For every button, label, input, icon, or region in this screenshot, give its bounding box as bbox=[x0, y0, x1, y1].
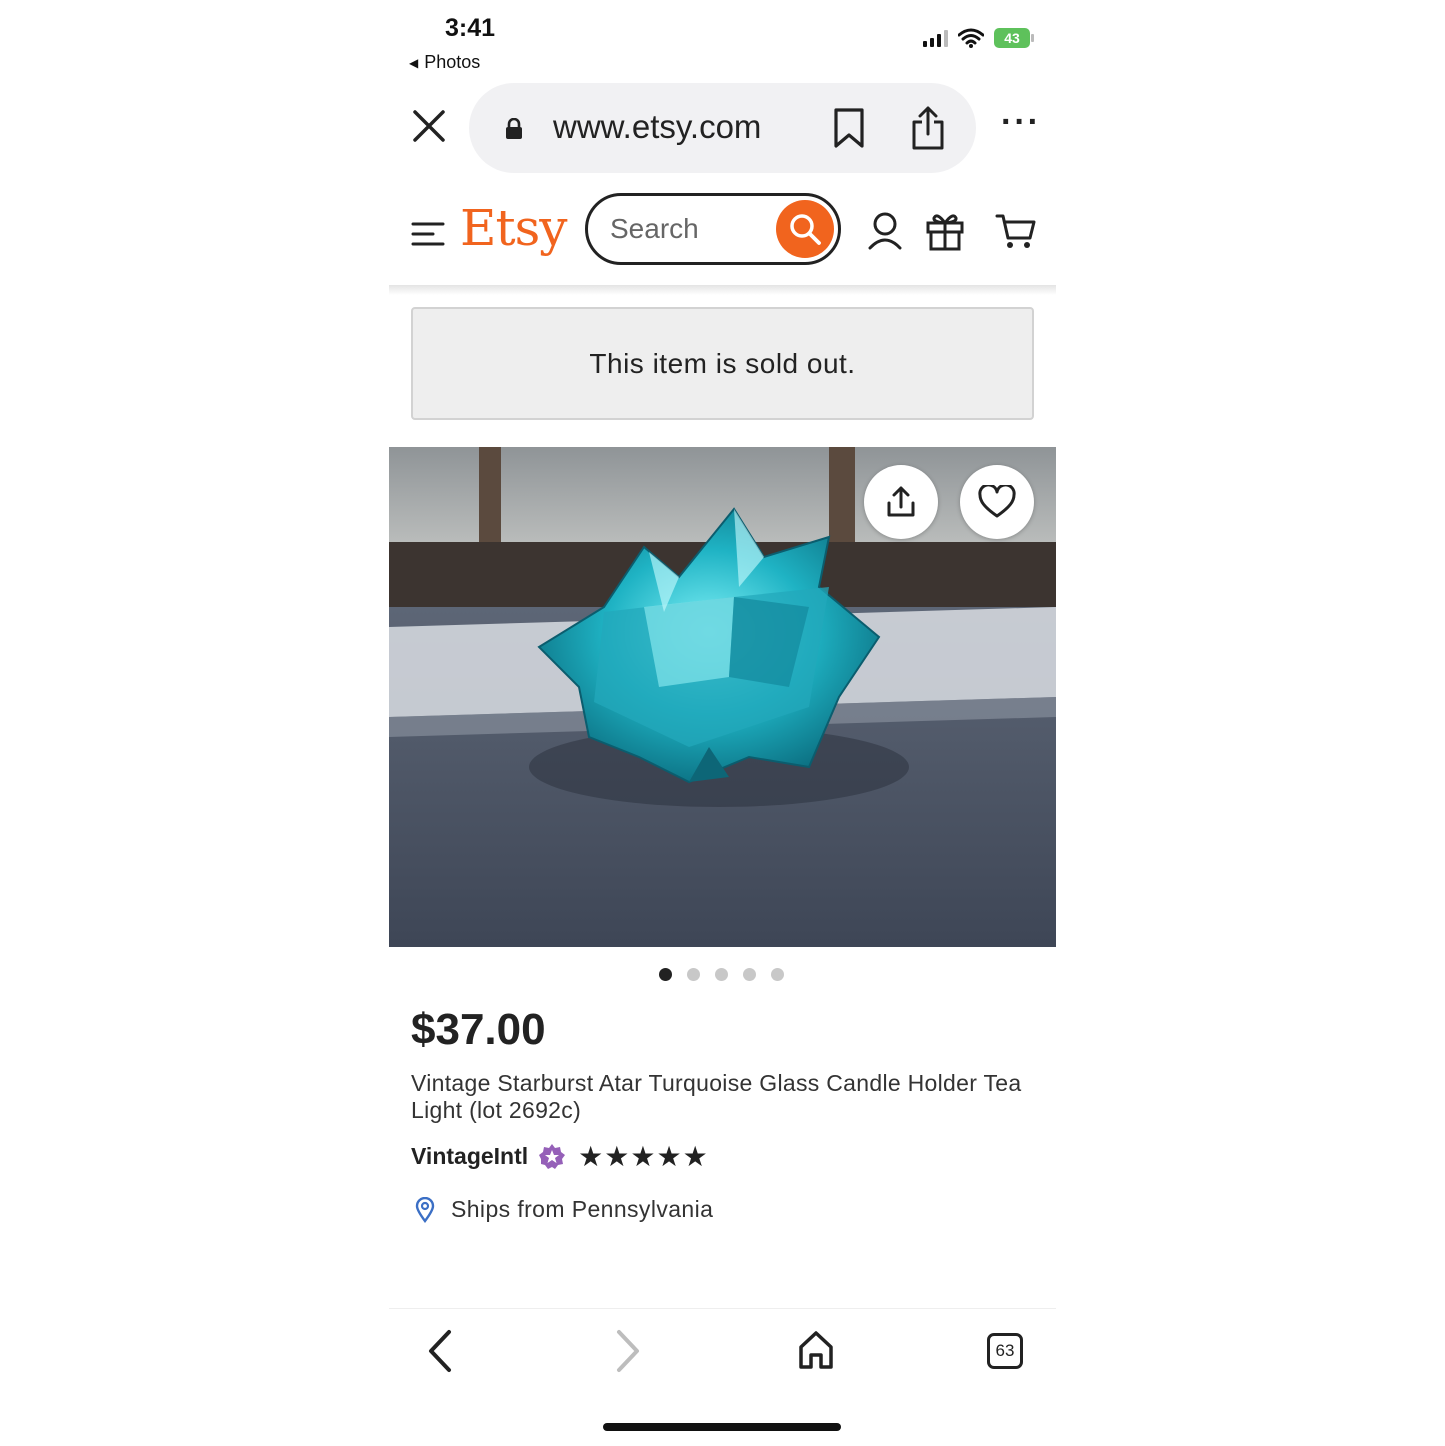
carousel-dot[interactable] bbox=[687, 968, 700, 981]
close-icon[interactable] bbox=[411, 108, 447, 144]
back-to-photos-link[interactable]: ◀ Photos bbox=[409, 52, 480, 73]
product-image[interactable] bbox=[389, 447, 1056, 947]
phone-screen: 3:41 ◀ Photos 43 www.etsy.com ··· Etsy S… bbox=[389, 0, 1056, 1445]
site-header: Etsy bbox=[389, 185, 1056, 285]
product-price: $37.00 bbox=[411, 1005, 546, 1054]
back-app-label: Photos bbox=[424, 52, 481, 72]
menu-icon[interactable] bbox=[411, 221, 445, 247]
star-seller-badge-icon bbox=[539, 1143, 566, 1169]
share-icon bbox=[887, 486, 915, 517]
search-button[interactable] bbox=[776, 200, 834, 258]
gift-icon[interactable] bbox=[925, 210, 965, 252]
account-icon[interactable] bbox=[867, 210, 903, 252]
ships-from-text: Ships from Pennsylvania bbox=[451, 1196, 714, 1222]
home-indicator[interactable] bbox=[603, 1423, 841, 1431]
more-icon[interactable]: ··· bbox=[1001, 105, 1041, 139]
header-divider bbox=[389, 285, 1056, 295]
carousel-dot[interactable] bbox=[715, 968, 728, 981]
back-triangle-icon: ◀ bbox=[409, 55, 419, 70]
lock-icon bbox=[506, 118, 522, 139]
carousel-dot[interactable] bbox=[743, 968, 756, 981]
status-icons: 43 bbox=[923, 28, 1034, 48]
share-image-button[interactable] bbox=[864, 465, 938, 539]
sold-out-banner: This item is sold out. bbox=[411, 307, 1034, 420]
forward-icon[interactable] bbox=[615, 1329, 641, 1373]
battery-icon: 43 bbox=[994, 28, 1034, 48]
etsy-logo[interactable]: Etsy bbox=[460, 199, 567, 257]
shop-name-link[interactable]: VintageIntl bbox=[411, 1143, 528, 1170]
wifi-icon bbox=[958, 28, 984, 48]
address-bar[interactable]: www.etsy.com bbox=[469, 83, 976, 173]
back-icon[interactable] bbox=[427, 1329, 453, 1373]
tabs-button[interactable]: 63 bbox=[987, 1333, 1023, 1369]
carousel-dots bbox=[659, 968, 784, 981]
favorite-button[interactable] bbox=[960, 465, 1034, 539]
location-pin-icon bbox=[415, 1196, 435, 1223]
share-icon[interactable] bbox=[910, 105, 946, 151]
home-icon[interactable] bbox=[797, 1329, 835, 1371]
bookmark-icon[interactable] bbox=[832, 107, 866, 149]
product-title: Vintage Starburst Atar Turquoise Glass C… bbox=[411, 1070, 1022, 1123]
url-text: www.etsy.com bbox=[553, 108, 762, 145]
carousel-dot[interactable] bbox=[659, 968, 672, 981]
cellular-signal-icon bbox=[923, 29, 948, 47]
browser-toolbar: 63 bbox=[389, 1308, 1056, 1446]
ships-from-row: Ships from Pennsylvania bbox=[415, 1196, 713, 1223]
shop-row: VintageIntl ★★★★★ bbox=[411, 1140, 709, 1173]
search-bar[interactable] bbox=[585, 193, 841, 265]
rating-stars[interactable]: ★★★★★ bbox=[578, 1140, 709, 1173]
heart-icon bbox=[978, 485, 1016, 518]
search-icon bbox=[790, 214, 821, 245]
product-photo-drawing bbox=[389, 447, 1056, 947]
carousel-dot[interactable] bbox=[771, 968, 784, 981]
search-input[interactable] bbox=[610, 213, 770, 245]
cart-icon[interactable] bbox=[995, 211, 1037, 251]
status-time: 3:41 bbox=[445, 14, 496, 42]
